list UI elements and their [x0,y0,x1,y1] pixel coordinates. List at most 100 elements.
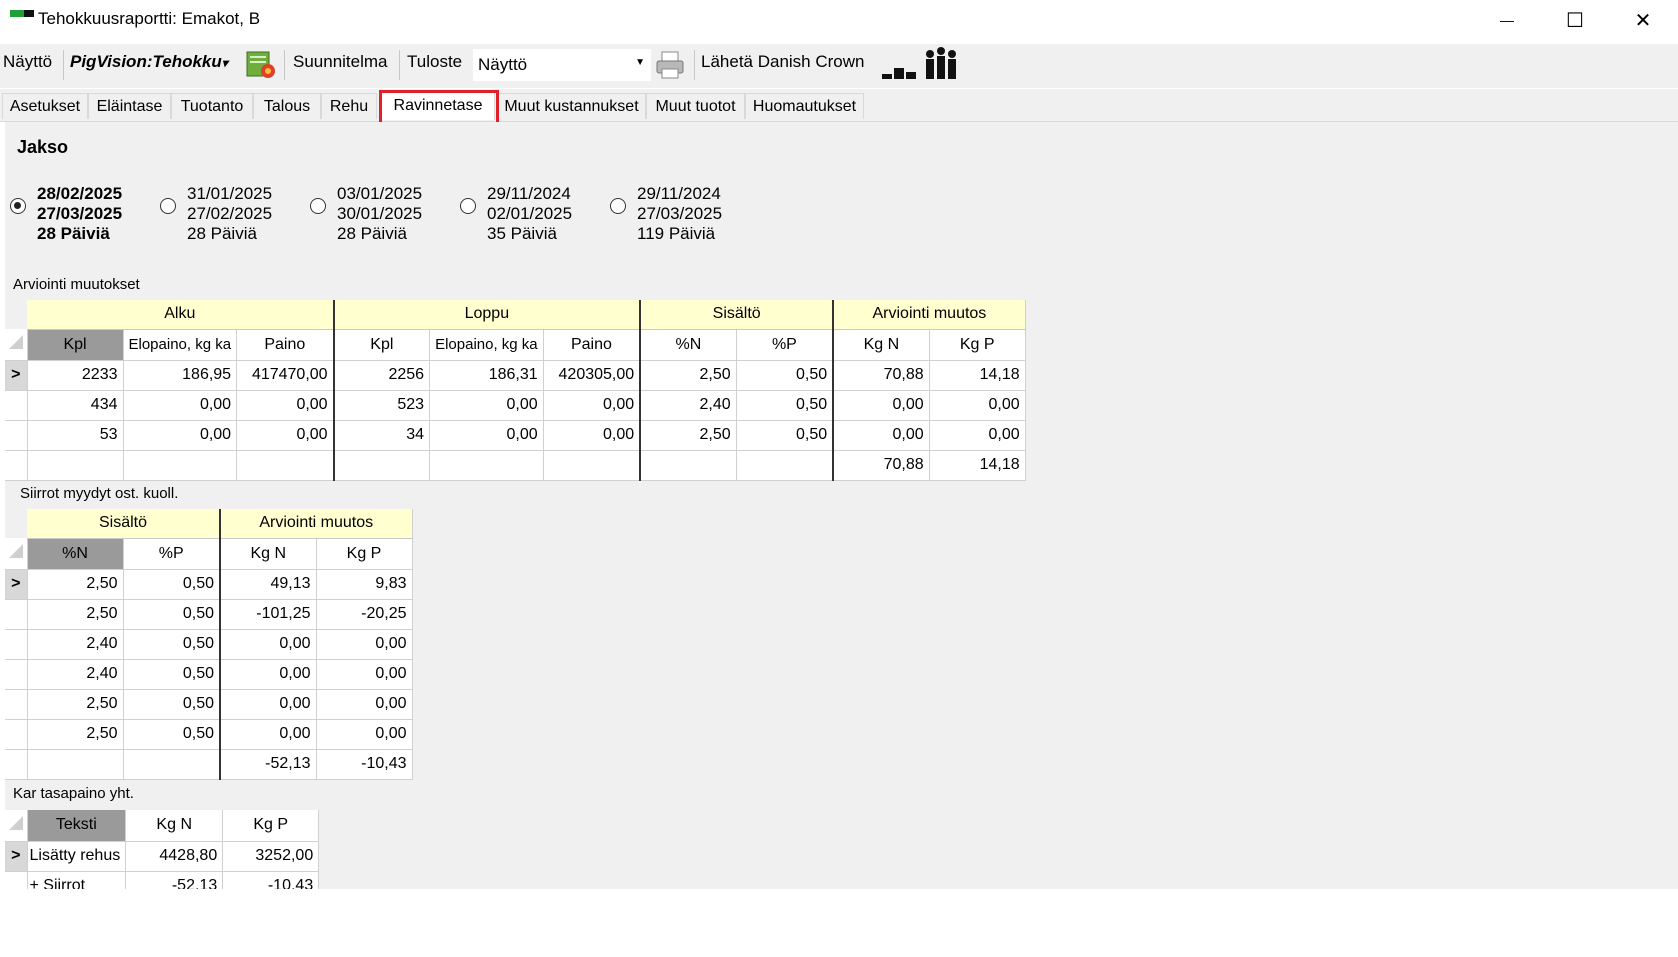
printer-icon[interactable] [654,49,686,81]
cell[interactable]: 0,50 [123,569,221,600]
cell[interactable] [27,749,124,780]
tab-asetukset[interactable]: Asetukset [2,93,88,119]
cell[interactable]: 2,40 [640,390,737,421]
cell[interactable]: 3252,00 [222,841,320,872]
row-selector[interactable] [5,599,28,630]
period-option-2[interactable]: 31/01/2025 27/02/2025 28 Päiviä [187,184,272,244]
cell[interactable] [333,450,431,481]
column-header[interactable]: Kg P [222,810,320,842]
row-selector[interactable] [5,450,28,481]
cell[interactable]: -10,43 [222,871,320,889]
cell[interactable]: 2,50 [27,719,124,750]
cell[interactable]: 0,00 [929,390,1026,421]
cell[interactable] [429,450,544,481]
valuation-changes-grid[interactable]: Alku Loppu Sisältö Arviointi muutos Kpl … [5,300,1026,481]
column-header[interactable]: Kg P [316,538,413,570]
cell[interactable]: 0,50 [123,629,221,660]
row-selector[interactable]: > [5,569,28,600]
table-row-total[interactable]: 70,88 14,18 [5,450,1026,481]
cell[interactable]: 4428,80 [125,841,224,872]
row-selector[interactable] [5,719,28,750]
column-header[interactable]: Kg N [125,810,224,842]
period-radio-3[interactable] [310,198,326,214]
cell[interactable]: 0,00 [833,390,930,421]
total-balance-grid[interactable]: Teksti Kg N Kg P > Lisätty rehus 4428,80… [5,810,320,889]
table-row[interactable]: + Siirrot -52,13 -10,43 [5,871,320,889]
cell[interactable]: -10,43 [316,749,413,780]
tab-tuotanto[interactable]: Tuotanto [171,93,253,119]
cell[interactable]: 0,00 [543,420,642,451]
cell[interactable] [123,450,238,481]
row-selector[interactable] [5,659,28,690]
cell[interactable]: 0,00 [316,689,413,720]
ranking-icon[interactable] [882,56,918,80]
cell[interactable]: 14,18 [929,450,1026,481]
cell[interactable]: 0,00 [236,420,335,451]
row-selector[interactable] [5,749,28,780]
cell[interactable]: + Siirrot [27,871,127,889]
column-header[interactable]: Elopaino, kg ka [429,329,544,361]
row-selector[interactable] [5,689,28,720]
cell[interactable]: 0,00 [929,420,1026,451]
cell[interactable]: 0,50 [123,599,221,630]
row-selector[interactable] [5,420,28,451]
row-selector[interactable]: > [5,360,28,391]
cell[interactable]: 417470,00 [236,360,335,391]
column-header[interactable]: Kg N [833,329,930,361]
tab-muut-kustannukset[interactable]: Muut kustannukset [497,93,646,119]
tab-muut-tuotot[interactable]: Muut tuotot [646,93,745,119]
output-view-select[interactable]: Näyttö ▼ [473,49,651,81]
tab-huomautukset[interactable]: Huomautukset [745,93,864,119]
cell[interactable]: 0,00 [316,659,413,690]
cell[interactable]: 2,40 [27,659,124,690]
select-all-cell[interactable] [5,329,28,361]
cell[interactable] [123,749,221,780]
cell[interactable]: 9,83 [316,569,413,600]
cell[interactable]: 0,00 [220,689,317,720]
cell[interactable]: 70,88 [833,450,930,481]
maximize-button[interactable]: ☐ [1540,0,1610,40]
transfers-grid[interactable]: Sisältö Arviointi muutos %N %P Kg N Kg P… [5,509,413,780]
cell[interactable]: 2,50 [640,420,737,451]
cell[interactable] [640,450,737,481]
cell[interactable]: -52,13 [220,749,317,780]
cell[interactable]: 2,50 [27,599,124,630]
table-row[interactable]: > 2233 186,95 417470,00 2256 186,31 4203… [5,360,1026,391]
period-option-1[interactable]: 28/02/2025 27/03/2025 28 Päiviä [37,184,122,244]
cell[interactable]: 0,50 [736,390,835,421]
table-row[interactable]: 434 0,00 0,00 523 0,00 0,00 2,40 0,50 0,… [5,390,1026,421]
cell[interactable]: 2233 [27,360,124,391]
column-header[interactable]: %P [736,329,835,361]
table-row[interactable]: 53 0,00 0,00 34 0,00 0,00 2,50 0,50 0,00… [5,420,1026,451]
cell[interactable]: 0,50 [123,689,221,720]
cell[interactable]: 186,95 [123,360,238,391]
column-header[interactable]: %N [640,329,737,361]
row-selector[interactable] [5,390,28,421]
minimize-button[interactable]: — [1472,0,1542,40]
row-selector[interactable] [5,871,28,889]
close-button[interactable]: ✕ [1608,0,1678,40]
cell[interactable]: 420305,00 [543,360,642,391]
cell[interactable]: 0,50 [736,360,835,391]
cell[interactable]: 0,00 [236,390,335,421]
column-header[interactable]: Paino [236,329,335,361]
table-row[interactable]: 2,50 0,50 0,00 0,00 [5,689,413,720]
table-row[interactable]: 2,50 0,50 -101,25 -20,25 [5,599,413,630]
period-option-4[interactable]: 29/11/2024 02/01/2025 35 Päiviä [487,184,572,244]
people-group-icon[interactable] [922,46,960,82]
table-row[interactable]: 2,40 0,50 0,00 0,00 [5,629,413,660]
period-option-3[interactable]: 03/01/2025 30/01/2025 28 Päiviä [337,184,422,244]
column-header[interactable]: %P [123,538,221,570]
cell[interactable]: 2,50 [27,689,124,720]
table-row-total[interactable]: -52,13 -10,43 [5,749,413,780]
column-header[interactable]: Kpl [333,329,431,361]
period-radio-2[interactable] [160,198,176,214]
cell[interactable] [736,450,835,481]
cell[interactable]: -20,25 [316,599,413,630]
cell[interactable]: 0,00 [220,629,317,660]
cell[interactable]: 0,00 [543,390,642,421]
period-radio-4[interactable] [460,198,476,214]
cell[interactable]: 186,31 [429,360,544,391]
tab-rehu[interactable]: Rehu [321,93,377,119]
cell[interactable] [27,450,124,481]
